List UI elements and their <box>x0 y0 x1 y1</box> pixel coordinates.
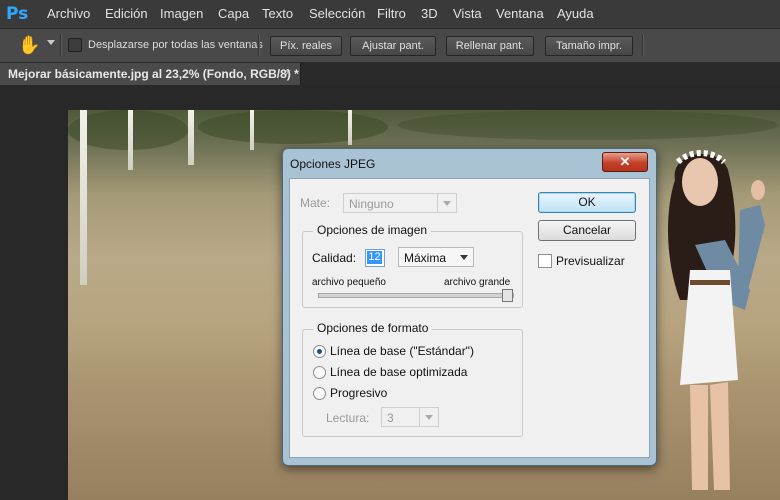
menu-edicion[interactable]: Edición <box>105 6 148 21</box>
menu-texto[interactable]: Texto <box>262 6 293 21</box>
radio-baseline-optimized[interactable] <box>313 366 326 379</box>
quality-preset-select[interactable]: Máxima <box>398 247 474 267</box>
quality-slider-thumb[interactable] <box>502 289 513 302</box>
quality-preset-value: Máxima <box>404 251 447 265</box>
document-tab-title: Mejorar básicamente.jpg al 23,2% (Fondo,… <box>8 67 299 81</box>
divider <box>642 34 644 56</box>
dialog-title: Opciones JPEG <box>290 157 376 171</box>
scans-label: Lectura: <box>326 411 370 425</box>
jpeg-options-dialog: Opciones JPEG ✕ Mate: Ninguno Opciones d… <box>282 148 657 466</box>
quality-label: Calidad: <box>312 251 357 265</box>
menu-ventana[interactable]: Ventana <box>496 6 544 21</box>
actual-pixels-button[interactable]: Píx. reales <box>270 36 342 56</box>
menu-archivo[interactable]: Archivo <box>47 6 90 21</box>
chevron-down-icon <box>437 194 456 212</box>
scroll-all-windows-label: Desplazarse por todas las ventanas <box>88 39 263 51</box>
dialog-body: Mate: Ninguno Opciones de imagen Calidad… <box>289 178 650 458</box>
print-size-button[interactable]: Tamaño impr. <box>545 36 633 56</box>
menu-ayuda[interactable]: Ayuda <box>557 6 594 21</box>
chevron-down-icon <box>419 408 438 426</box>
preview-checkbox[interactable] <box>538 254 552 268</box>
small-file-label: archivo pequeño <box>312 277 386 288</box>
document-tab[interactable]: Mejorar básicamente.jpg al 23,2% (Fondo,… <box>0 63 301 85</box>
hand-icon[interactable]: ✋ <box>18 34 40 56</box>
format-options-legend: Opciones de formato <box>313 321 433 335</box>
scans-value: 3 <box>387 411 394 425</box>
menu-bar: Ps Archivo Edición Imagen Capa Texto Sel… <box>0 0 780 29</box>
close-icon[interactable]: ✕ <box>602 152 648 172</box>
girl-figure <box>668 150 765 490</box>
divider <box>258 34 260 56</box>
chevron-down-icon[interactable] <box>47 40 55 45</box>
fit-screen-button[interactable]: Ajustar pant. <box>350 36 436 56</box>
matte-label: Mate: <box>300 196 331 210</box>
quality-value: 12 <box>367 251 382 264</box>
menu-seleccion[interactable]: Selección <box>309 6 365 21</box>
radio-progressive[interactable] <box>313 387 326 400</box>
birch-trunk <box>188 110 194 165</box>
tree-foliage <box>198 110 388 144</box>
baseline-optimized-label[interactable]: Línea de base optimizada <box>330 365 467 379</box>
fill-screen-button[interactable]: Rellenar pant. <box>446 36 534 56</box>
quality-input[interactable]: 12 <box>365 249 385 267</box>
baseline-standard-label[interactable]: Línea de base ("Estándar") <box>330 344 474 358</box>
ok-button[interactable]: OK <box>538 192 636 213</box>
menu-vista[interactable]: Vista <box>453 6 482 21</box>
image-options-legend: Opciones de imagen <box>313 223 432 237</box>
menu-3d[interactable]: 3D <box>421 6 438 21</box>
matte-value: Ninguno <box>349 197 394 211</box>
photoshop-logo: Ps <box>6 4 29 24</box>
menu-filtro[interactable]: Filtro <box>377 6 406 21</box>
document-tab-bar: Mejorar básicamente.jpg al 23,2% (Fondo,… <box>0 63 780 85</box>
divider <box>60 34 62 56</box>
cancel-button[interactable]: Cancelar <box>538 220 636 241</box>
large-file-label: archivo grande <box>444 277 511 288</box>
progressive-label[interactable]: Progresivo <box>330 386 387 400</box>
tree-foliage <box>398 110 778 140</box>
birch-trunk <box>250 110 254 150</box>
birch-trunk <box>80 110 87 285</box>
quality-slider[interactable] <box>318 293 514 298</box>
radio-baseline-standard[interactable] <box>313 345 326 358</box>
menu-imagen[interactable]: Imagen <box>160 6 203 21</box>
preview-label: Previsualizar <box>556 254 625 268</box>
options-bar: ✋ Desplazarse por todas las ventanas Píx… <box>0 29 780 63</box>
birch-trunk <box>128 110 133 170</box>
scroll-all-windows-checkbox[interactable] <box>68 38 82 52</box>
close-icon[interactable]: × <box>285 67 291 79</box>
birch-trunk <box>348 110 352 145</box>
matte-select[interactable]: Ninguno <box>343 193 457 213</box>
menu-capa[interactable]: Capa <box>218 6 249 21</box>
scans-select[interactable]: 3 <box>381 407 439 427</box>
chevron-down-icon <box>455 248 473 266</box>
